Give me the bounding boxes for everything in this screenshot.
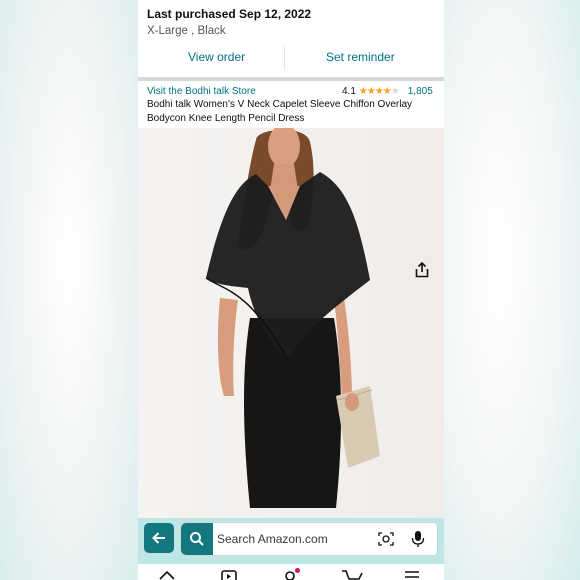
phone-screen: Last purchased Sep 12, 2022 X-Large , Bl… [138, 0, 444, 580]
review-count: 1,805 [407, 86, 433, 97]
cart-icon[interactable] [341, 570, 363, 580]
store-link[interactable]: Visit the Bodhi talk Store [147, 86, 256, 97]
back-button[interactable] [144, 523, 174, 553]
video-icon[interactable] [221, 570, 237, 580]
section-separator [138, 77, 444, 81]
purchase-info: Last purchased Sep 12, 2022 X-Large , Bl… [147, 7, 311, 37]
profile-icon[interactable] [284, 570, 296, 580]
last-purchased-title: Last purchased Sep 12, 2022 [147, 7, 312, 21]
home-icon[interactable] [159, 570, 175, 580]
search-box[interactable]: Search Amazon.com [180, 522, 438, 556]
rating-summary[interactable]: 4.1 ★★★★★ 1,805 [342, 86, 433, 97]
rating-value: 4.1 [342, 86, 356, 97]
view-order-button[interactable]: View order [188, 50, 245, 64]
search-button[interactable] [181, 523, 213, 555]
star-rating-icon: ★★★★★ [358, 86, 400, 97]
notification-dot [295, 568, 300, 573]
search-bar: Search Amazon.com [138, 518, 444, 564]
camera-icon[interactable] [378, 531, 394, 547]
background-left [0, 0, 138, 580]
share-icon[interactable] [414, 262, 430, 278]
background-right [444, 0, 580, 580]
bottom-nav [138, 564, 444, 580]
menu-icon[interactable] [404, 570, 420, 580]
back-arrow-icon [152, 532, 165, 544]
order-actions: View order Set reminder [138, 44, 444, 72]
purchase-variant: X-Large , Black [147, 25, 226, 37]
search-input[interactable]: Search Amazon.com [217, 532, 328, 546]
actions-divider [284, 46, 285, 70]
set-reminder-button[interactable]: Set reminder [326, 50, 395, 64]
dress-model-illustration [138, 128, 444, 520]
microphone-icon[interactable] [411, 530, 425, 548]
product-image[interactable] [138, 128, 444, 520]
product-title: Bodhi talk Women's V Neck Capelet Sleeve… [147, 99, 412, 124]
search-icon [190, 532, 204, 546]
